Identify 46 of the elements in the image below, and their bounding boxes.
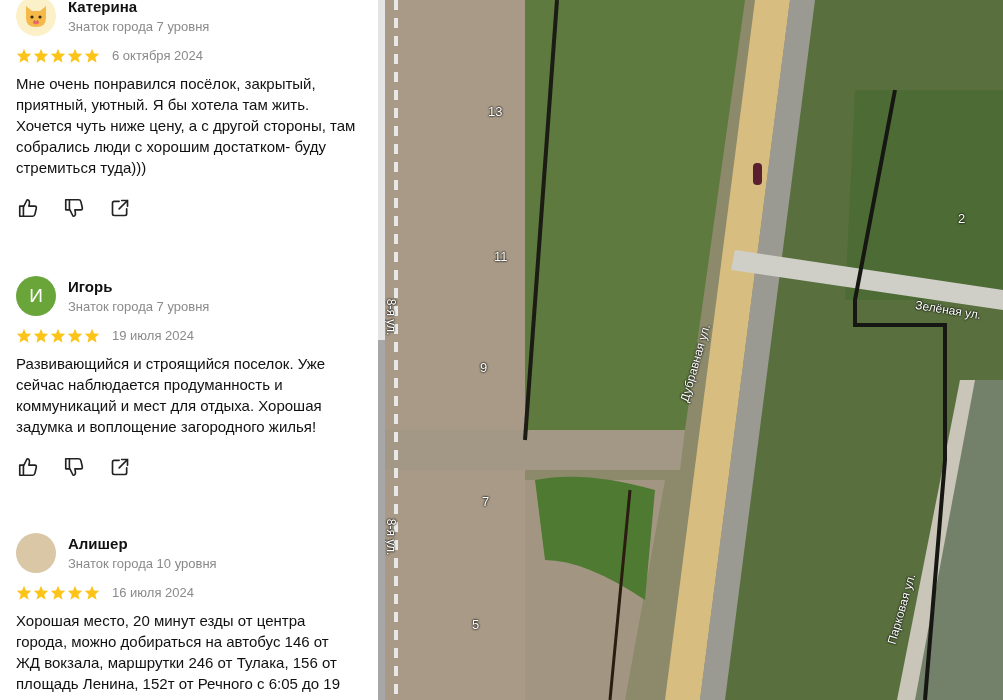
street-name: 8-я ул.: [385, 518, 399, 556]
author-level: Знаток города 10 уровня: [68, 556, 217, 571]
review-date: 19 июля 2024: [112, 328, 194, 343]
star-icon: [33, 328, 49, 343]
street-name: 8-я ул.: [385, 298, 399, 336]
star-icon: [16, 328, 32, 343]
review-text: Хорошая место, 20 минут езды от центра города, можно добираться на автобус 146 от ЖД вокзала, маршрутки 246 от Тулака, 156 от площадь Ленина, 152т от Речного с 6:05 до 19: [16, 611, 341, 694]
house-number: 5: [472, 617, 480, 632]
satellite-map-drawing[interactable]: [385, 0, 1003, 700]
house-number: 7: [482, 494, 490, 509]
avatar: И: [16, 276, 56, 316]
author-level: Знаток города 7 уровня: [68, 19, 210, 34]
scrollbar[interactable]: [378, 0, 385, 700]
cat-face-icon: [23, 4, 49, 28]
star-icon: [84, 48, 100, 63]
star-icon: [50, 585, 66, 600]
star-icon: [84, 328, 100, 343]
star-icon: [16, 48, 32, 63]
thumbs-down-button[interactable]: [62, 196, 86, 220]
avatar-photo-placeholder: [16, 533, 56, 573]
star-icon: [16, 585, 32, 600]
thumbs-up-button[interactable]: [16, 455, 40, 479]
author-name[interactable]: Игорь: [68, 278, 210, 295]
house-number: 2: [958, 211, 966, 226]
star-icon: [67, 585, 83, 600]
review-date: 16 июля 2024: [112, 585, 194, 600]
house-number: 11: [494, 249, 508, 264]
star-icon: [84, 585, 100, 600]
star-icon: [67, 328, 83, 343]
thumbs-down-button[interactable]: [62, 455, 86, 479]
house-number: 9: [480, 360, 488, 375]
review-text: Мне очень понравился посёлок, закрытый, приятный, уютный. Я бы хотела там жить. Хочется чуть ниже цену, а с другой стороны, там собрались люди с хорошим достатком- буду стремиться туда))): [16, 74, 356, 178]
star-icon: [50, 48, 66, 63]
star-icon: [67, 48, 83, 63]
thumbs-up-button[interactable]: [16, 196, 40, 220]
review-date: 6 октября 2024: [112, 48, 203, 63]
star-icon: [50, 328, 66, 343]
review-text: Развивающийся и строящийся поселок. Уже сейчас наблюдается продуманность и коммуникаций и мест для отдыха. Хорошая задумка и воплощение загородного жилья!: [16, 354, 327, 437]
author-name[interactable]: Алишер: [68, 535, 217, 552]
house-number: 13: [488, 104, 503, 119]
street-name: Зелёная ул.: [914, 297, 983, 323]
scrollbar-thumb[interactable]: [378, 340, 385, 700]
author-level: Знаток города 7 уровня: [68, 299, 210, 314]
star-icon: [33, 585, 49, 600]
star-icon: [33, 48, 49, 63]
author-name[interactable]: Катерина: [68, 0, 210, 15]
